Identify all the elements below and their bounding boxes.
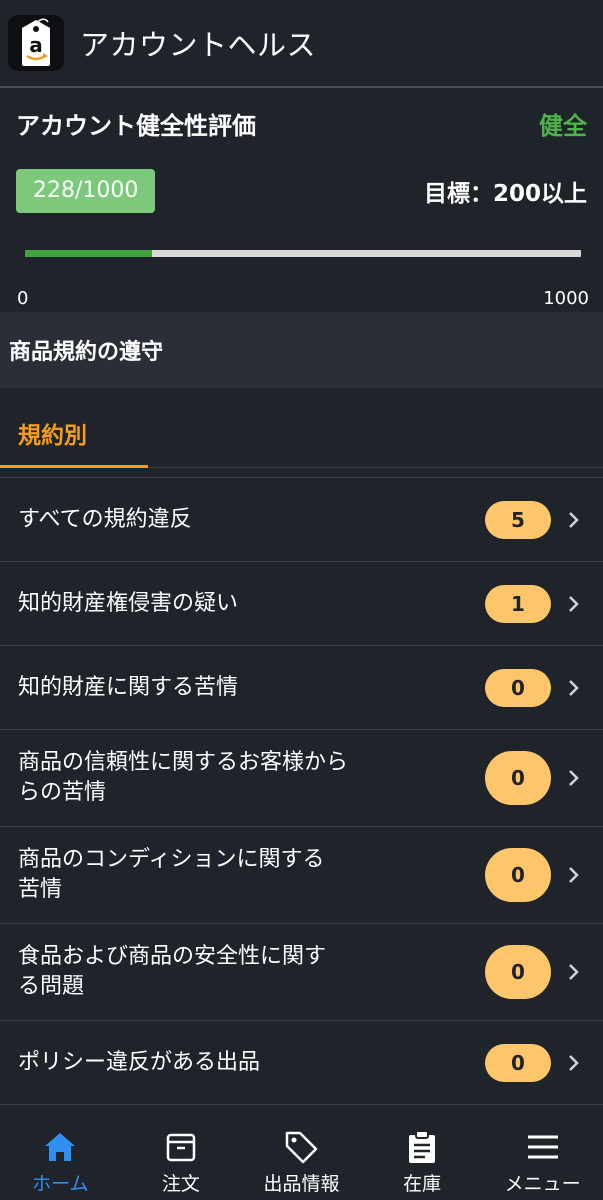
count-badge: 0 xyxy=(485,1043,551,1082)
tag-icon xyxy=(283,1129,319,1165)
list-item[interactable]: すべての規約違反 5 xyxy=(0,478,603,562)
list-item[interactable]: 食品および商品の安全性に関す る問題 0 xyxy=(0,924,603,1021)
chevron-right-icon xyxy=(569,964,579,980)
nav-home[interactable]: ホーム xyxy=(0,1105,121,1200)
count-badge: 1 xyxy=(485,584,551,623)
list-item-label: すべての規約違反 xyxy=(18,506,192,532)
nav-menu[interactable]: メニュー xyxy=(482,1105,603,1200)
score-target: 目標：200以上 xyxy=(423,181,587,207)
nav-inventory[interactable]: 在庫 xyxy=(362,1105,483,1200)
chevron-right-icon xyxy=(569,679,579,696)
list-item-label: 食品および商品の安全性に関す る問題 xyxy=(18,944,327,999)
chevron-right-icon xyxy=(569,511,579,528)
policy-list: すべての規約違反 5 知的財産権侵害の疑い 1 知的財産に関する苦情 0 商品の信頼性に関す… xyxy=(0,478,603,1105)
score-progress-fill xyxy=(25,250,152,257)
score-badge: 228/1000 xyxy=(16,169,156,213)
list-item[interactable]: 知的財産権侵害の疑い 1 xyxy=(0,562,603,646)
tab-by-policy[interactable]: 規約別 xyxy=(18,416,87,450)
tab-active-indicator xyxy=(0,465,148,468)
tab-bar: 規約別 xyxy=(0,388,603,468)
nav-label: 在庫 xyxy=(403,1173,442,1195)
list-item-label: 知的財産権侵害の疑い xyxy=(18,590,239,616)
list-item-label: 商品のコンディションに関する 苦情 xyxy=(18,847,325,902)
list-item-label: 商品の信頼性に関するお客様から らの苦情 xyxy=(18,750,349,805)
health-status: 健全 xyxy=(539,112,587,140)
list-item[interactable]: 商品のコンディションに関する 苦情 0 xyxy=(0,827,603,924)
chevron-right-icon xyxy=(569,595,579,612)
menu-icon xyxy=(525,1129,561,1165)
list-item[interactable]: 知的財産に関する苦情 0 xyxy=(0,646,603,730)
nav-listings[interactable]: 出品情報 xyxy=(241,1105,362,1200)
list-item[interactable]: ポリシー違反がある出品 0 xyxy=(0,1021,603,1105)
svg-text:a: a xyxy=(29,33,43,57)
amazon-seller-tag-icon: a xyxy=(8,15,64,71)
clipboard-icon xyxy=(404,1129,440,1165)
score-progress-bar xyxy=(25,250,581,257)
chevron-right-icon xyxy=(569,867,579,883)
nav-label: 注文 xyxy=(161,1173,200,1195)
count-badge: 0 xyxy=(485,751,551,805)
box-icon xyxy=(163,1129,199,1165)
score-max-label: 1000 xyxy=(543,288,589,309)
chevron-right-icon xyxy=(569,1054,579,1071)
score-min-label: 0 xyxy=(17,288,29,309)
divider xyxy=(0,468,603,478)
bottom-navigation: ホーム 注文 出品情報 在庫 メニュー xyxy=(0,1104,603,1200)
section-title: 商品規約の遵守 xyxy=(0,312,603,388)
nav-label: ホーム xyxy=(32,1173,89,1195)
list-item-label: ポリシー違反がある出品 xyxy=(18,1049,261,1075)
count-badge: 0 xyxy=(485,668,551,707)
nav-orders[interactable]: 注文 xyxy=(121,1105,242,1200)
count-badge: 0 xyxy=(485,848,551,902)
count-badge: 5 xyxy=(485,500,551,539)
score-title: アカウント健全性評価 xyxy=(16,112,256,140)
list-item[interactable]: 商品の信頼性に関するお客様から らの苦情 0 xyxy=(0,730,603,827)
page-title: アカウントヘルス xyxy=(80,28,317,62)
list-item-label: 知的財産に関する苦情 xyxy=(18,674,239,700)
home-icon xyxy=(42,1129,78,1165)
nav-label: 出品情報 xyxy=(263,1173,340,1195)
account-health-score: アカウント健全性評価 健全 228/1000 目標：200以上 0 1000 xyxy=(0,88,603,312)
nav-label: メニュー xyxy=(504,1173,581,1195)
app-header: a アカウントヘルス xyxy=(0,0,603,88)
chevron-right-icon xyxy=(569,770,579,786)
count-badge: 0 xyxy=(485,945,551,999)
